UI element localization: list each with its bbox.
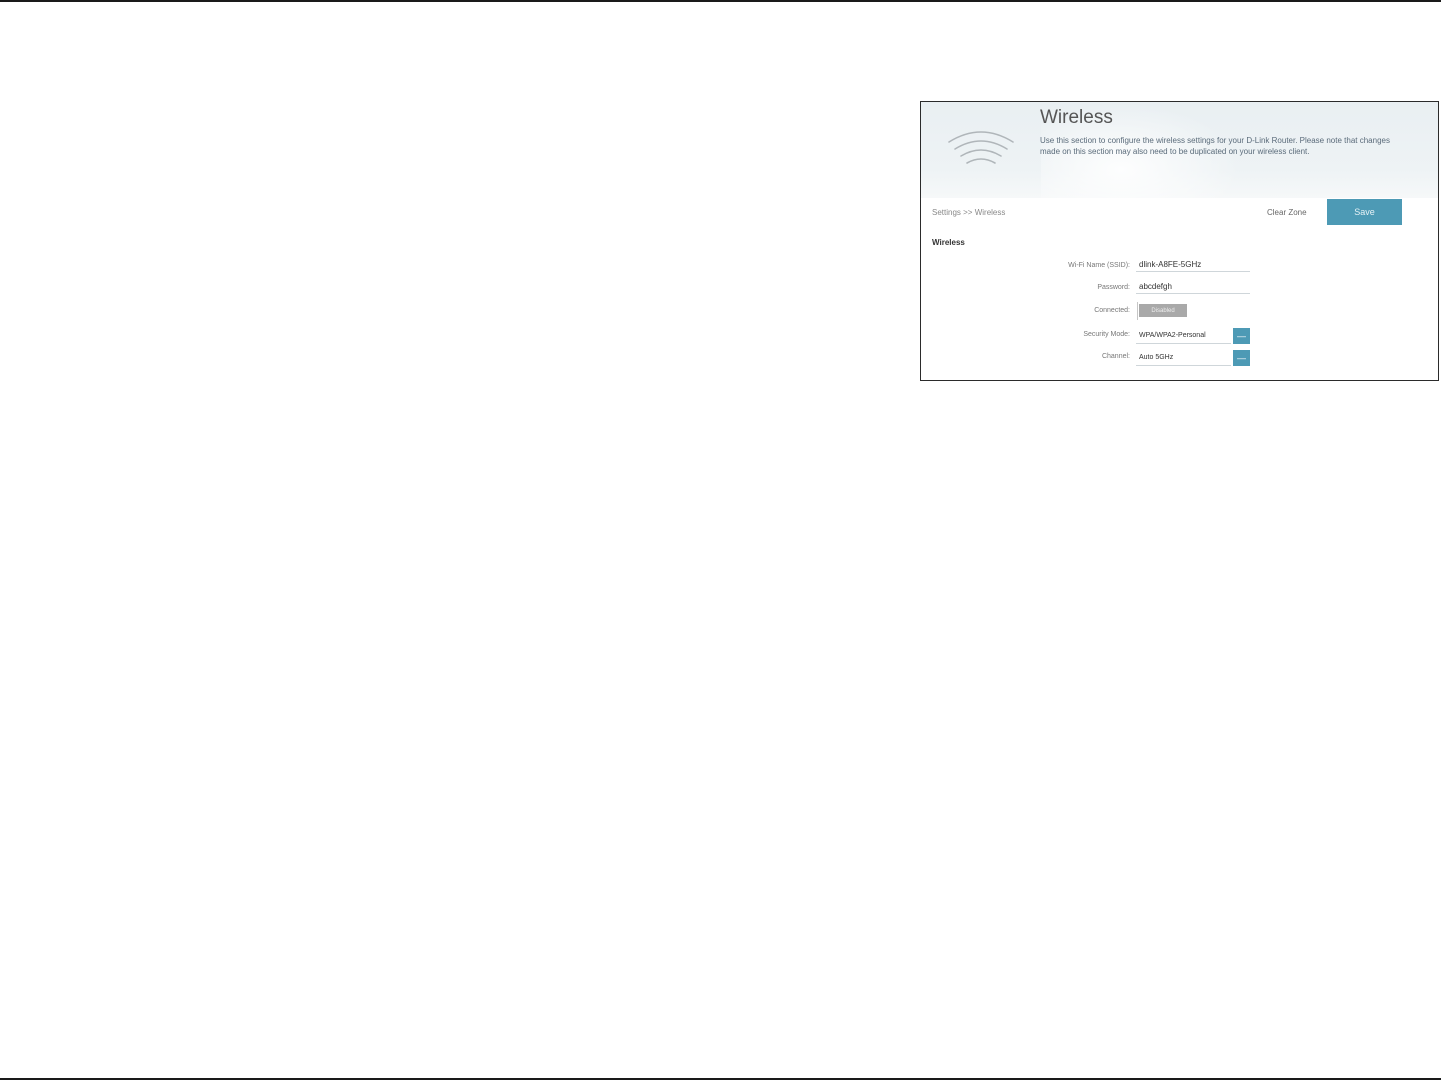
page-description: Use this section to configure the wirele… (1040, 136, 1390, 156)
chevron-down-icon: — (1237, 331, 1246, 341)
breadcrumb[interactable]: Settings >> Wireless (932, 208, 1005, 217)
section-title: Wireless (932, 238, 965, 247)
chevron-down-icon: — (1237, 353, 1246, 363)
security-mode-label: Security Mode: (1083, 331, 1130, 338)
password-input[interactable] (1136, 280, 1250, 294)
save-button[interactable]: Save (1327, 199, 1402, 225)
wifi-icon (948, 131, 1014, 164)
password-label: Password: (1097, 284, 1130, 291)
page-title: Wireless (1040, 107, 1113, 128)
channel-label: Channel: (1101, 353, 1130, 360)
top-rule (0, 0, 1441, 2)
wireless-settings-screenshot: Wireless Use this section to configure t… (920, 101, 1439, 381)
wifi-name-label: Wi-Fi Name (SSID): (1068, 262, 1130, 269)
channel-dropdown-button[interactable]: — (1233, 350, 1250, 366)
connected-toggle[interactable]: Disabled (1139, 304, 1187, 317)
security-mode-dropdown-button[interactable]: — (1233, 328, 1250, 344)
toggle-divider (1137, 302, 1138, 320)
channel-select[interactable]: Auto 5GHz (1136, 350, 1231, 366)
wifi-name-input[interactable] (1136, 258, 1250, 272)
security-mode-select[interactable]: WPA/WPA2-Personal (1136, 328, 1231, 344)
hero-banner: Wireless Use this section to configure t… (921, 102, 1438, 198)
connected-label: Connected: (1094, 307, 1130, 314)
bottom-rule (0, 1078, 1441, 1080)
clear-zone-button[interactable]: Clear Zone (1267, 208, 1307, 217)
